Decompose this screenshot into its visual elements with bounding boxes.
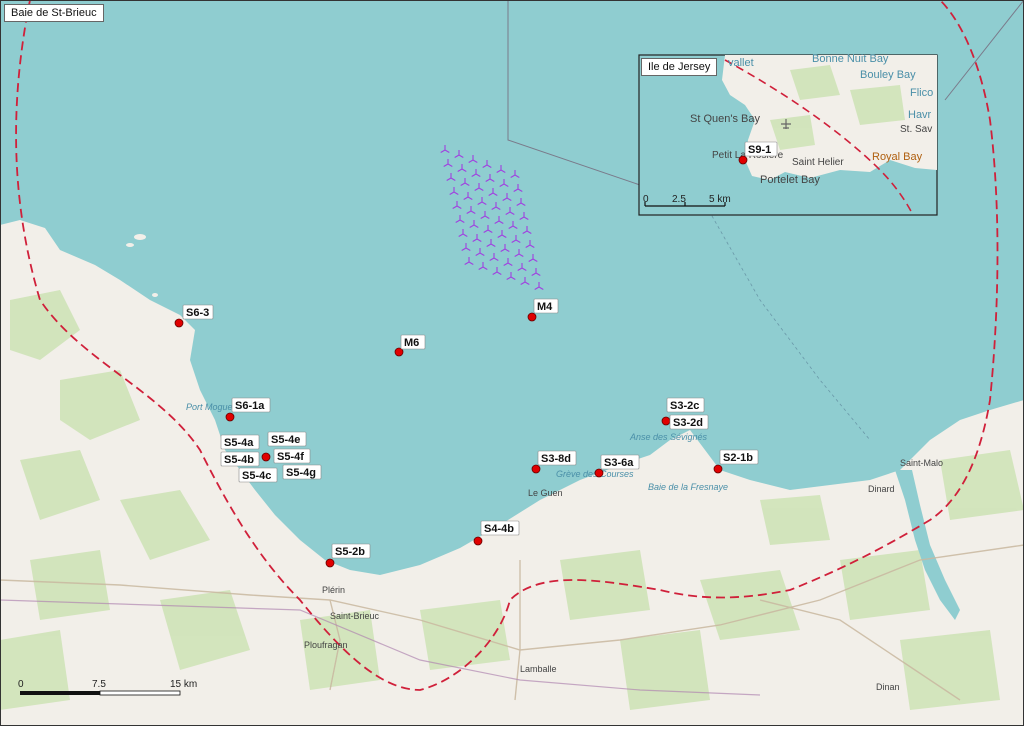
scale-label-0: 0 [18,679,24,690]
inset-place-bonne-nuit: Bonne Nuit Bay [812,53,889,65]
station-label: S5-4g [286,467,316,479]
station-label: S5-4f [277,451,304,463]
inset-place-flico: Flico [910,87,933,99]
place-saint-brieuc: Saint-Brieuc [330,611,380,621]
station-label: S3-2c [670,400,699,412]
station-label: S5-4b [224,454,254,466]
inset-scale-label-end: 5 km [709,194,731,205]
inset-place-bouley: Bouley Bay [860,69,916,81]
place-saint-malo: Saint-Malo [900,458,943,468]
station-label: S9-1 [748,144,771,156]
scale-label-mid: 7.5 [92,679,106,690]
water-label-anse-sevignes: Anse des Sévignés [629,432,708,442]
station-label: S3-6a [604,457,634,469]
station-label: M6 [404,337,419,349]
water-label-baie-fresnaye: Baie de la Fresnaye [648,482,728,492]
inset-jersey[interactable]: St Quen's Bay Bouley Bay Bonne Nuit Bay … [638,53,938,216]
place-ploufragan: Ploufragan [304,640,348,650]
map-frame: Saint-Malo Dinard Plérin Saint-Brieuc Pl… [0,0,1024,726]
station-label: S5-4c [242,470,271,482]
place-lamballe: Lamballe [520,664,557,674]
water-label-port-moguer: Port Moguer [186,402,237,412]
station-label: S3-2d [673,417,703,429]
station-label: S3-8d [541,453,571,465]
station-label: S4-4b [484,523,514,535]
inset-place-st-saviour: St. Sav [900,124,932,135]
inset-place-saint-helier: Saint Helier [792,157,844,168]
inset-title: Ile de Jersey [641,58,718,76]
place-dinan: Dinan [876,682,900,692]
place-plerin: Plérin [322,585,345,595]
station-label: S2-1b [723,452,753,464]
station-label: S6-1a [235,400,265,412]
inset-scale-label-mid: 2.5 [672,194,686,205]
station-label: S6-3 [186,307,209,319]
station-label: S5-2b [335,546,365,558]
inset-scale-label-0: 0 [643,194,649,205]
inset-place-st-ouens: St Quen's Bay [690,113,760,125]
inset-place-royal-bay: Royal Bay [872,151,923,163]
inset-place-portelet: Portelet Bay [760,174,820,186]
station-label: S5-4a [224,437,254,449]
station-label: M4 [537,301,553,313]
place-le-guen: Le Guen [528,488,563,498]
map-canvas[interactable]: Saint-Malo Dinard Plérin Saint-Brieuc Pl… [0,0,1024,726]
place-dinard: Dinard [868,484,895,494]
scale-label-end: 15 km [170,679,197,690]
inset-place-havre: Havr [908,109,932,121]
station-label: S5-4e [271,434,300,446]
map-title: Baie de St-Brieuc [4,4,104,22]
inset-place-vallet: vallet [728,57,754,69]
